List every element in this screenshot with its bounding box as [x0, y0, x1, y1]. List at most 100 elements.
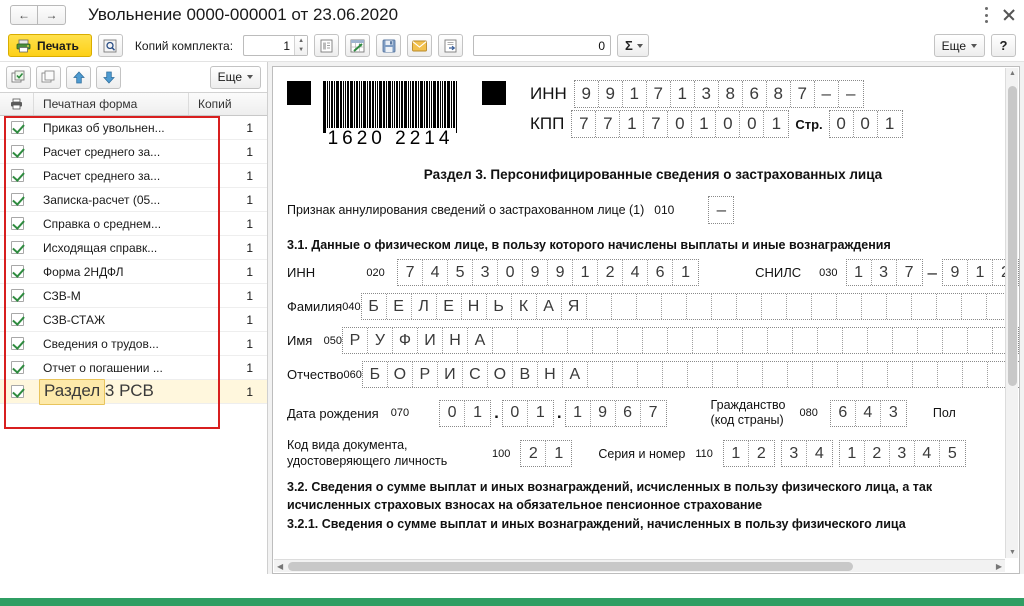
check-icon[interactable]	[10, 241, 24, 254]
row-name[interactable]: Справка о среднем...	[34, 217, 189, 231]
row-checkbox[interactable]	[0, 193, 34, 206]
row-copies[interactable]: 1	[189, 337, 267, 351]
row-name[interactable]: Расчет среднего за...	[34, 169, 189, 183]
scroll-left-icon[interactable]: ◀	[277, 562, 283, 571]
save-button[interactable]	[376, 34, 402, 57]
row-name[interactable]: Приказ об увольнен...	[34, 121, 189, 135]
row-checkbox[interactable]	[0, 385, 34, 398]
insert-button[interactable]	[438, 34, 464, 57]
row-checkbox[interactable]	[0, 169, 34, 182]
form-cell: 1	[554, 444, 564, 462]
row-copies[interactable]: 1	[189, 217, 267, 231]
sigma-icon: Σ	[625, 38, 633, 53]
print-forms-more-button[interactable]: Еще	[209, 65, 261, 89]
copies-column-header[interactable]: Копий	[189, 93, 267, 115]
row-name[interactable]: Записка-расчет (05...	[34, 193, 189, 207]
copies-stepper[interactable]: ▲▼	[243, 35, 309, 56]
check-icon[interactable]	[10, 145, 24, 158]
scroll-down-icon[interactable]: ▼	[1009, 549, 1016, 556]
preview-button[interactable]	[97, 34, 123, 57]
check-icon[interactable]	[10, 313, 24, 326]
row-name[interactable]: Сведения о трудов...	[34, 337, 189, 351]
move-up-button[interactable]	[66, 65, 91, 89]
check-icon[interactable]	[10, 337, 24, 350]
form-cell	[888, 362, 913, 387]
sum-value-field[interactable]: 0	[473, 35, 612, 56]
check-icon[interactable]	[10, 265, 24, 278]
check-icon[interactable]	[10, 385, 24, 398]
table-row[interactable]: Раздел 3 РСВ 1	[0, 378, 267, 405]
row-copies[interactable]: 1	[189, 313, 267, 327]
scroll-up-icon[interactable]: ▲	[1009, 70, 1016, 77]
row-copies[interactable]: 1	[189, 265, 267, 279]
row-checkbox[interactable]	[0, 241, 34, 254]
row-name[interactable]: Исходящая справк...	[34, 241, 189, 255]
stepper-down-icon[interactable]: ▼	[298, 47, 304, 53]
close-icon[interactable]	[1002, 8, 1016, 22]
more-menu-button[interactable]: Еще	[933, 34, 985, 57]
row-copies[interactable]: 1	[189, 121, 267, 135]
select-all-copies-button[interactable]	[6, 65, 31, 89]
stepper-up-icon[interactable]: ▲	[298, 38, 304, 44]
scroll-right-icon[interactable]: ▶	[996, 562, 1002, 571]
sum-button[interactable]: Σ	[617, 34, 649, 57]
row-copies[interactable]: 1	[189, 193, 267, 207]
forward-button[interactable]: →	[38, 5, 66, 25]
check-icon[interactable]	[10, 361, 24, 374]
row-name[interactable]: Отчет о погашении ...	[34, 361, 189, 375]
row-copies[interactable]: 1	[189, 385, 267, 399]
row-checkbox[interactable]	[0, 289, 34, 302]
row-copies[interactable]: 1	[189, 241, 267, 255]
name-column-header[interactable]: Печатная форма	[34, 93, 189, 115]
copies-list-button[interactable]	[314, 34, 340, 57]
table-row[interactable]: Сведения о трудов... 1	[0, 332, 267, 356]
check-icon[interactable]	[10, 193, 24, 206]
table-row[interactable]: Форма 2НДФЛ 1	[0, 260, 267, 284]
row-checkbox[interactable]	[0, 121, 34, 134]
vertical-scroll-thumb[interactable]	[1008, 86, 1017, 386]
row-copies[interactable]: 1	[189, 145, 267, 159]
stepper-arrows[interactable]: ▲ ▼	[294, 36, 308, 55]
document-horizontal-scrollbar[interactable]: ◀ ▶	[274, 559, 1005, 572]
row-checkbox[interactable]	[0, 313, 34, 326]
table-row[interactable]: Справка о среднем... 1	[0, 212, 267, 236]
table-row[interactable]: СЗВ-М 1	[0, 284, 267, 308]
row-name[interactable]: СЗВ-М	[34, 289, 189, 303]
table-row[interactable]: Отчет о погашении ... 1	[0, 356, 267, 380]
row-checkbox[interactable]	[0, 265, 34, 278]
row-name[interactable]: Форма 2НДФЛ	[34, 265, 189, 279]
row-name[interactable]: Раздел 3 РСВ	[34, 378, 189, 405]
horizontal-scroll-thumb[interactable]	[288, 562, 853, 571]
check-icon[interactable]	[10, 289, 24, 302]
row-copies[interactable]: 1	[189, 361, 267, 375]
table-row[interactable]: Расчет среднего за... 1	[0, 140, 267, 164]
row-checkbox[interactable]	[0, 361, 34, 374]
row-copies[interactable]: 1	[189, 169, 267, 183]
table-row[interactable]: Расчет среднего за... 1	[0, 164, 267, 188]
help-button[interactable]: ?	[991, 34, 1016, 57]
email-button[interactable]	[407, 34, 433, 57]
document-vertical-scrollbar[interactable]: ▲ ▼	[1005, 68, 1018, 558]
select-all-copies-icon	[11, 70, 25, 83]
table-row[interactable]: Приказ об увольнен... 1	[0, 116, 267, 140]
copies-input[interactable]	[244, 36, 295, 55]
form-cell: 6	[616, 400, 641, 426]
back-button[interactable]: ←	[10, 5, 38, 25]
check-icon[interactable]	[10, 169, 24, 182]
row-copies[interactable]: 1	[189, 289, 267, 303]
excel-export-button[interactable]	[345, 34, 371, 57]
check-icon[interactable]	[10, 121, 24, 134]
table-row[interactable]: Записка-расчет (05... 1	[0, 188, 267, 212]
copy-button[interactable]	[36, 65, 61, 89]
check-icon[interactable]	[10, 217, 24, 230]
row-checkbox[interactable]	[0, 337, 34, 350]
table-row[interactable]: СЗВ-СТАЖ 1	[0, 308, 267, 332]
row-name[interactable]: СЗВ-СТАЖ	[34, 313, 189, 327]
move-down-button[interactable]	[96, 65, 121, 89]
row-checkbox[interactable]	[0, 217, 34, 230]
row-checkbox[interactable]	[0, 145, 34, 158]
print-button[interactable]: Печать	[8, 34, 92, 57]
table-row[interactable]: Исходящая справк... 1	[0, 236, 267, 260]
row-name[interactable]: Расчет среднего за...	[34, 145, 189, 159]
kebab-menu-icon[interactable]	[984, 7, 988, 23]
